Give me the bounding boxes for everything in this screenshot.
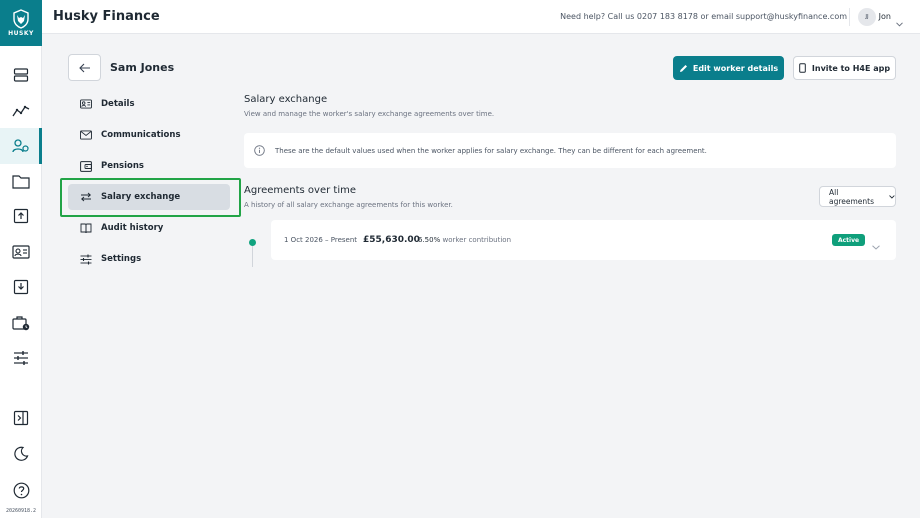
help-icon[interactable] — [0, 472, 42, 508]
id-card-icon[interactable] — [0, 234, 42, 270]
arrow-left-icon — [78, 63, 90, 72]
header-divider — [849, 8, 850, 26]
sliders-icon[interactable] — [0, 340, 42, 376]
app-version: 20260918.2 — [5, 508, 37, 514]
nav-label: Salary exchange — [101, 192, 181, 202]
avatar[interactable]: JJ — [858, 8, 876, 26]
nav-label: Pensions — [101, 161, 144, 171]
husky-shield-icon — [13, 9, 29, 29]
logo-text: HUSKY — [8, 30, 34, 37]
pencil-icon — [679, 64, 687, 72]
timeline-line — [252, 246, 253, 267]
chart-line-icon[interactable] — [0, 93, 42, 129]
nav-item-details[interactable]: Details — [68, 91, 230, 117]
contribution-label: worker contribution — [442, 236, 512, 244]
invite-app-button[interactable]: Invite to H4E app — [793, 56, 896, 80]
agreements-filter-select[interactable]: All agreements — [819, 186, 896, 207]
edit-worker-label: Edit worker details — [692, 63, 779, 73]
nav-label: Settings — [101, 254, 142, 264]
wallet-icon — [80, 160, 92, 172]
people-icon[interactable] — [0, 128, 42, 164]
agreement-amount: £55,630.00 — [363, 235, 420, 245]
timeline-dot — [249, 239, 256, 246]
nav-item-audit-history[interactable]: Audit history — [68, 215, 230, 241]
filter-value: All agreements — [829, 187, 875, 206]
server-icon[interactable] — [0, 57, 42, 93]
nav-label: Details — [101, 99, 135, 109]
info-banner: These are the default values used when t… — [244, 133, 896, 168]
info-icon — [254, 145, 265, 156]
download-icon[interactable] — [0, 269, 42, 305]
top-header: Husky Finance Need help? Call us 0207 18… — [42, 0, 920, 34]
chevron-down-icon[interactable] — [896, 12, 903, 31]
nav-item-settings[interactable]: Settings — [68, 246, 230, 272]
sliders-icon — [80, 253, 92, 265]
briefcase-clock-icon[interactable] — [0, 305, 42, 341]
invite-app-label: Invite to H4E app — [811, 63, 891, 73]
edit-worker-button[interactable]: Edit worker details — [673, 56, 784, 80]
book-icon — [80, 222, 92, 234]
phone-icon — [799, 63, 806, 73]
swap-icon — [80, 191, 92, 203]
nav-label: Audit history — [101, 223, 164, 233]
back-button[interactable] — [68, 54, 101, 81]
panel-toggle-icon[interactable] — [0, 400, 42, 436]
agreements-title: Agreements over time — [244, 185, 356, 196]
expand-chevron-icon[interactable] — [872, 235, 880, 254]
worker-name: Sam Jones — [110, 61, 175, 74]
husky-logo[interactable]: HUSKY — [0, 0, 42, 46]
folder-icon[interactable] — [0, 163, 42, 199]
status-badge: Active — [832, 234, 865, 246]
id-card-icon — [80, 98, 92, 110]
upload-icon[interactable] — [0, 198, 42, 234]
agreement-card[interactable]: 1 Oct 2026 – Present £55,630.00 6.50% wo… — [271, 220, 896, 260]
moon-icon[interactable] — [0, 436, 42, 472]
contribution-percent: 6.50% — [418, 236, 441, 244]
left-rail: HUSKY 20260918.2 — [0, 0, 42, 518]
nav-item-salary-exchange[interactable]: Salary exchange — [68, 184, 230, 210]
user-name[interactable]: Jon — [879, 12, 891, 21]
chevron-down-icon — [889, 194, 895, 199]
agreements-description: A history of all salary exchange agreeme… — [244, 201, 453, 209]
agreement-contribution: 6.50% worker contribution — [418, 236, 511, 244]
info-text: These are the default values used when t… — [275, 146, 707, 155]
mail-icon — [80, 129, 92, 141]
nav-item-communications[interactable]: Communications — [68, 122, 230, 148]
nav-item-pensions[interactable]: Pensions — [68, 153, 230, 179]
section-title: Salary exchange — [244, 94, 328, 105]
help-text: Need help? Call us 0207 183 8178 or emai… — [560, 12, 847, 21]
agreement-date: 1 Oct 2026 – Present — [284, 236, 358, 244]
app-title: Husky Finance — [53, 9, 160, 24]
section-description: View and manage the worker's salary exch… — [244, 110, 495, 118]
nav-label: Communications — [101, 130, 181, 140]
